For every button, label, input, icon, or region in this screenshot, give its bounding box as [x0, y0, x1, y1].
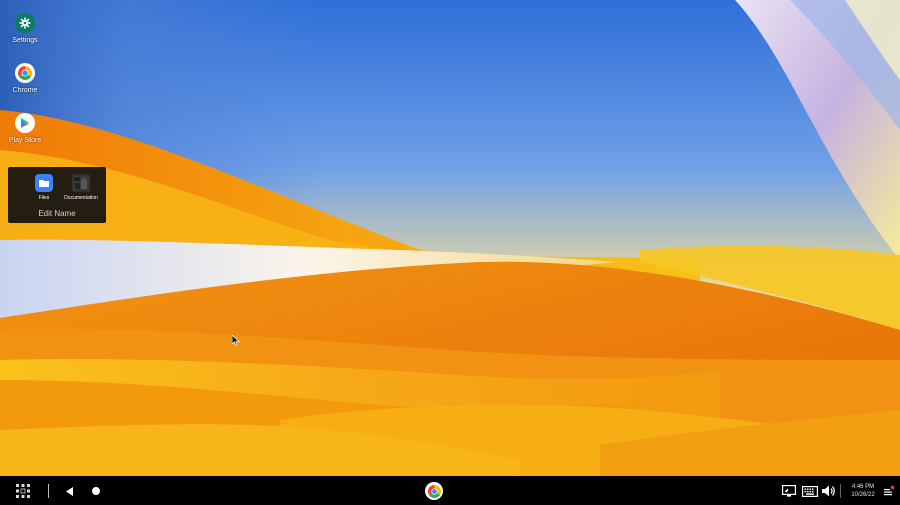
desktop-icon-label: Chrome	[12, 87, 38, 94]
desktop-icon-label: Settings	[12, 37, 38, 44]
tray-divider	[840, 484, 841, 498]
taskbar-divider	[48, 484, 49, 498]
clock[interactable]: 4:46 PM 10/26/22	[843, 483, 883, 499]
keyboard-icon[interactable]	[802, 485, 818, 497]
chrome-icon	[425, 482, 443, 500]
screen-cast-icon[interactable]	[782, 484, 796, 497]
home-icon	[92, 487, 100, 495]
play-store-icon	[15, 113, 35, 133]
taskbar-app-chrome[interactable]	[424, 481, 444, 501]
home-button[interactable]	[90, 485, 102, 497]
clock-date: 10/26/22	[851, 492, 875, 498]
app-folder-popup[interactable]: Files Documentation Edit Name	[8, 167, 106, 223]
desktop-icon-label: Play Store	[8, 137, 42, 144]
notifications-icon	[884, 485, 895, 496]
volume-icon[interactable]	[822, 484, 836, 497]
folder-item-files[interactable]: Files	[24, 174, 64, 201]
mouse-cursor-icon	[231, 333, 241, 351]
desktop-wallpaper	[0, 0, 900, 476]
back-icon	[66, 486, 73, 496]
desktop-icon-play-store[interactable]: Play Store	[4, 113, 46, 144]
folder-item-label: Files	[38, 195, 50, 201]
chrome-icon	[15, 63, 35, 83]
app-drawer-icon[interactable]	[15, 483, 31, 499]
desktop-icon-settings[interactable]: Settings	[4, 13, 46, 44]
taskbar: 4:46 PM 10/26/22	[0, 476, 900, 505]
clock-time: 4:46 PM	[851, 484, 875, 490]
files-icon	[35, 174, 53, 192]
documentation-icon	[72, 174, 90, 192]
back-button[interactable]	[64, 485, 76, 497]
notifications-button[interactable]	[883, 485, 895, 497]
folder-name[interactable]: Edit Name	[8, 209, 106, 218]
wallpaper-graphic	[0, 0, 900, 476]
desktop-icon-chrome[interactable]: Chrome	[4, 63, 46, 94]
gear-icon	[15, 13, 35, 33]
folder-item-label: Documentation	[64, 195, 98, 201]
folder-item-documentation[interactable]: Documentation	[61, 174, 101, 201]
